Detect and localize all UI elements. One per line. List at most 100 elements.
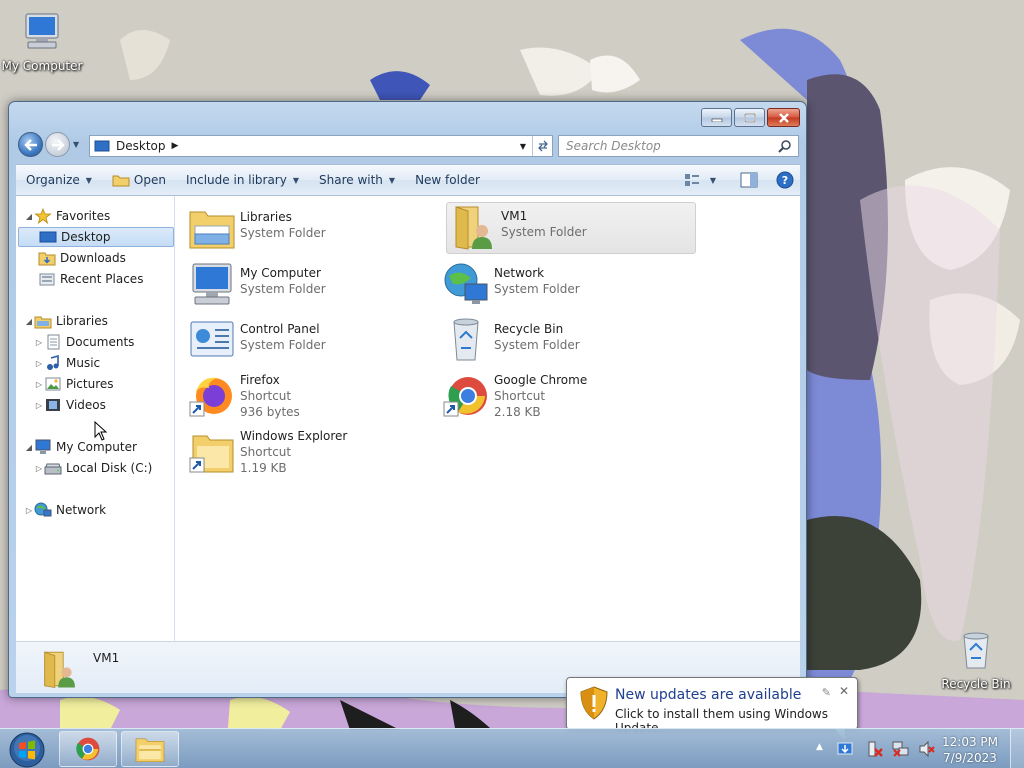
file-type: System Folder bbox=[494, 338, 580, 352]
file-item-firefox[interactable]: Firefox Shortcut 936 bytes bbox=[186, 372, 436, 424]
show-desktop-button[interactable] bbox=[1010, 729, 1024, 768]
volume-muted-icon[interactable] bbox=[918, 740, 936, 758]
update-notification[interactable]: New updates are available Click to insta… bbox=[566, 677, 858, 741]
close-button[interactable] bbox=[767, 108, 800, 127]
share-with-button[interactable]: Share with ▼ bbox=[309, 165, 405, 195]
chrome-icon bbox=[443, 377, 487, 417]
view-options-dropdown-icon[interactable]: ▼ bbox=[710, 176, 716, 185]
clock-date: 7/9/2023 bbox=[943, 751, 997, 765]
file-item-vm1[interactable]: VM1 System Folder bbox=[446, 202, 696, 254]
svg-text:?: ? bbox=[782, 174, 788, 187]
system-clock[interactable]: 12:03 PM 7/9/2023 bbox=[942, 734, 998, 766]
search-icon[interactable] bbox=[778, 139, 792, 153]
desktop-icon-my-computer[interactable]: My Computer bbox=[0, 10, 84, 73]
network-icon bbox=[444, 263, 488, 304]
nav-item-music[interactable]: ▷ Music bbox=[34, 353, 100, 373]
nav-label: My Computer bbox=[56, 440, 137, 454]
share-with-label: Share with bbox=[319, 173, 383, 187]
file-name: Google Chrome bbox=[494, 373, 588, 387]
preview-pane-icon[interactable] bbox=[740, 172, 758, 188]
file-type: Shortcut bbox=[494, 389, 546, 403]
file-item-libraries[interactable]: Libraries System Folder bbox=[186, 204, 436, 256]
maximize-button[interactable] bbox=[734, 108, 765, 127]
organize-button[interactable]: Organize ▼ bbox=[16, 165, 102, 195]
expand-arrow-icon[interactable]: ▷ bbox=[34, 464, 44, 473]
collapse-arrow-icon[interactable]: ◢ bbox=[24, 317, 34, 326]
videos-icon bbox=[46, 399, 60, 411]
search-input[interactable]: Search Desktop bbox=[558, 135, 799, 157]
nav-item-desktop[interactable]: Desktop bbox=[18, 227, 174, 247]
nav-item-documents[interactable]: ▷ Documents bbox=[34, 332, 134, 352]
recent-pages-dropdown-icon[interactable]: ▼ bbox=[73, 140, 79, 149]
desktop-icon-label: My Computer bbox=[1, 59, 83, 73]
file-item-windows-explorer[interactable]: Windows Explorer Shortcut 1.19 KB bbox=[186, 428, 436, 480]
expand-arrow-icon[interactable]: ▷ bbox=[34, 338, 44, 347]
start-button[interactable] bbox=[8, 731, 46, 768]
view-controls: ▼ ? bbox=[684, 171, 794, 189]
forward-button[interactable] bbox=[45, 132, 70, 157]
nav-label: Recent Places bbox=[60, 272, 144, 286]
new-folder-button[interactable]: New folder bbox=[405, 165, 490, 195]
desktop-icon-label: Recycle Bin bbox=[941, 677, 1011, 691]
back-button[interactable] bbox=[18, 132, 43, 157]
minimize-button[interactable] bbox=[701, 108, 732, 127]
forward-arrow-icon bbox=[51, 138, 65, 151]
refresh-icon bbox=[537, 140, 548, 152]
action-center-icon[interactable] bbox=[866, 740, 884, 758]
file-type: System Folder bbox=[240, 282, 326, 296]
nav-item-pictures[interactable]: ▷ Pictures bbox=[34, 374, 114, 394]
address-bar[interactable]: Desktop ▶ ▼ bbox=[89, 135, 553, 157]
taskbar-explorer-button[interactable] bbox=[121, 731, 179, 767]
file-type: System Folder bbox=[240, 338, 326, 352]
expand-arrow-icon[interactable]: ▷ bbox=[24, 506, 34, 515]
collapse-arrow-icon[interactable]: ◢ bbox=[24, 443, 34, 452]
windows-update-tray-icon[interactable] bbox=[836, 740, 854, 758]
expand-arrow-icon[interactable]: ▷ bbox=[34, 359, 44, 368]
pin-icon[interactable]: ✎ bbox=[822, 686, 831, 699]
nav-item-recent-places[interactable]: Recent Places bbox=[38, 269, 143, 289]
file-item-recycle-bin[interactable]: Recycle Bin System Folder bbox=[440, 316, 690, 368]
address-location[interactable]: Desktop bbox=[116, 139, 166, 153]
pictures-icon bbox=[45, 377, 61, 391]
nav-label: Desktop bbox=[61, 230, 111, 244]
expand-arrow-icon[interactable]: ▷ bbox=[34, 401, 44, 410]
file-item-my-computer[interactable]: My Computer System Folder bbox=[186, 260, 436, 312]
network-icon bbox=[34, 502, 52, 517]
file-item-google-chrome[interactable]: Google Chrome Shortcut 2.18 KB bbox=[440, 372, 690, 424]
nav-label: Favorites bbox=[56, 209, 111, 223]
expand-arrow-icon[interactable]: ▷ bbox=[34, 380, 44, 389]
network-tray-icon[interactable] bbox=[892, 740, 910, 758]
file-item-control-panel[interactable]: Control Panel System Folder bbox=[186, 316, 436, 368]
minimize-icon bbox=[711, 118, 722, 122]
include-in-library-button[interactable]: Include in library ▼ bbox=[176, 165, 309, 195]
documents-icon bbox=[47, 334, 60, 350]
help-icon[interactable]: ? bbox=[776, 171, 794, 189]
nav-item-downloads[interactable]: Downloads bbox=[38, 248, 126, 268]
nav-item-network[interactable]: ▷ Network bbox=[24, 500, 106, 520]
libraries-folder-icon bbox=[189, 211, 235, 249]
taskbar-chrome-button[interactable] bbox=[59, 731, 117, 767]
close-icon[interactable]: ✕ bbox=[839, 684, 849, 698]
nav-item-favorites[interactable]: ◢ Favorites bbox=[24, 206, 174, 226]
change-view-icon[interactable] bbox=[684, 173, 700, 187]
nav-item-libraries[interactable]: ◢ Libraries bbox=[24, 311, 108, 331]
mouse-cursor-icon bbox=[94, 421, 108, 441]
computer-icon bbox=[25, 13, 59, 49]
desktop-icon-recycle-bin[interactable]: Recycle Bin bbox=[934, 628, 1018, 691]
nav-item-my-computer[interactable]: ◢ My Computer bbox=[24, 437, 137, 457]
file-name: Windows Explorer bbox=[240, 429, 348, 443]
open-label: Open bbox=[133, 173, 166, 187]
chevron-down-icon: ▼ bbox=[292, 175, 299, 185]
nav-item-videos[interactable]: ▷ Videos bbox=[34, 395, 106, 415]
close-icon bbox=[778, 112, 789, 123]
recycle-bin-icon bbox=[963, 632, 989, 669]
collapse-arrow-icon[interactable]: ◢ bbox=[24, 212, 34, 221]
nav-item-local-disk[interactable]: ▷ Local Disk (C:) bbox=[34, 458, 152, 478]
open-button[interactable]: Open bbox=[102, 165, 176, 195]
file-item-network[interactable]: Network System Folder bbox=[440, 260, 690, 312]
open-folder-icon bbox=[112, 175, 130, 187]
show-hidden-icons-icon[interactable]: ▲ bbox=[816, 742, 823, 752]
refresh-button[interactable] bbox=[532, 136, 552, 156]
address-history-dropdown[interactable]: ▼ bbox=[516, 136, 530, 156]
breadcrumb-chevron-icon[interactable]: ▶ bbox=[172, 141, 179, 151]
